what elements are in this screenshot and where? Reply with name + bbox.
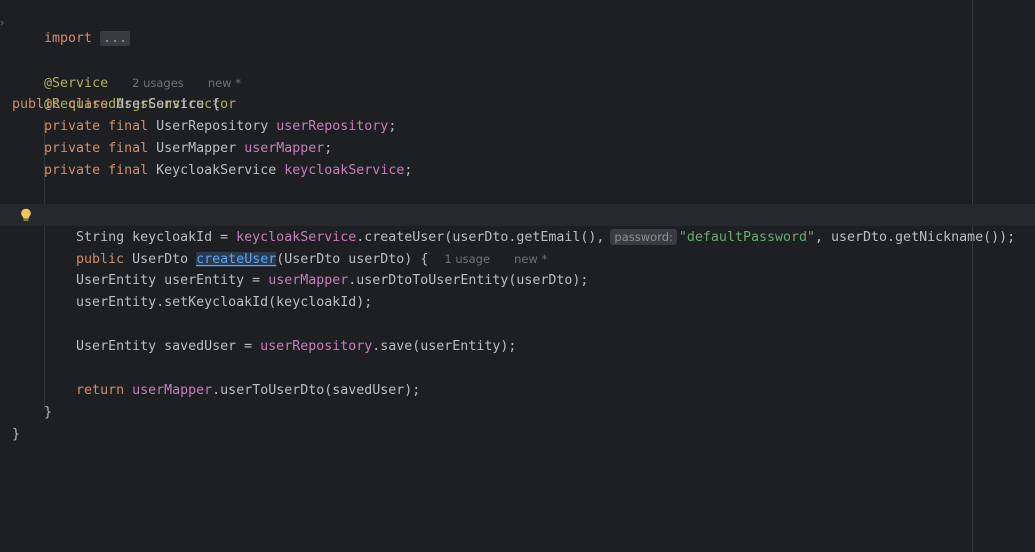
code-text: UserEntity savedUser = xyxy=(76,339,261,354)
code-editor[interactable]: › import ... @Service 2 usages new * @Req… xyxy=(0,0,1035,552)
expand-fold-icon[interactable]: › xyxy=(0,15,4,31)
field-type: UserMapper xyxy=(156,141,237,156)
return-type: UserDto xyxy=(132,252,189,267)
code-line-required-args-annotation[interactable]: @RequiredArgsConstructor xyxy=(12,72,236,112)
code-line-keycloak-create[interactable]: String keycloakId = keycloakService.crea… xyxy=(12,226,1015,248)
code-text: String keycloakId = xyxy=(76,230,237,245)
semicolon: ; xyxy=(324,141,333,156)
return-keyword: return xyxy=(76,383,125,398)
code-text: UserEntity userEntity = xyxy=(76,273,269,288)
field-type: UserRepository xyxy=(156,119,269,134)
folded-imports[interactable]: ... xyxy=(100,31,131,46)
code-line-method-declaration[interactable]: public UserDto createUser(UserDto userDt… xyxy=(0,204,1035,267)
field-name: userRepository xyxy=(276,119,389,134)
code-text: .userDtoToUserEntity(userDto); xyxy=(348,273,589,288)
code-text: userEntity.setKeycloakId(keycloakId); xyxy=(76,295,373,310)
final-keyword: final xyxy=(108,141,149,156)
code-line-service-annotation[interactable]: @Service 2 usages new * xyxy=(12,50,241,91)
field-reference: userMapper xyxy=(132,383,213,398)
code-line-field-user-repository[interactable]: private final UserRepository userReposit… xyxy=(12,116,396,138)
code-line-method-close[interactable]: } xyxy=(12,402,52,424)
code-text: .save(userEntity); xyxy=(372,339,517,354)
field-reference: userMapper xyxy=(268,273,349,288)
private-keyword: private xyxy=(44,141,101,156)
right-margin-guide xyxy=(972,0,973,552)
class-name: UserService xyxy=(116,97,205,112)
public-keyword: public xyxy=(12,97,61,112)
close-brace: } xyxy=(12,427,21,442)
class-keyword: class xyxy=(68,97,109,112)
usages-hint[interactable]: 1 usage xyxy=(444,252,490,266)
code-line-field-keycloak-service[interactable]: private final KeycloakService keycloakSe… xyxy=(12,160,412,182)
method-params: (UserDto userDto) { xyxy=(276,252,429,267)
final-keyword: final xyxy=(108,119,149,134)
code-line-field-user-mapper[interactable]: private final UserMapper userMapper; xyxy=(12,138,332,160)
method-name[interactable]: createUser xyxy=(196,252,277,267)
public-keyword: public xyxy=(76,252,125,267)
final-keyword: final xyxy=(108,163,149,178)
lightbulb-icon[interactable] xyxy=(20,208,32,222)
code-line-user-entity[interactable]: UserEntity userEntity = userMapper.userD… xyxy=(12,270,588,292)
code-text: .userToUserDto(savedUser); xyxy=(212,383,421,398)
private-keyword: private xyxy=(44,119,101,134)
author-status-hint[interactable]: new * xyxy=(514,252,547,266)
code-line-set-keycloak-id[interactable]: userEntity.setKeycloakId(keycloakId); xyxy=(12,292,372,314)
semicolon: ; xyxy=(404,163,413,178)
field-reference: userRepository xyxy=(260,339,373,354)
import-keyword: import xyxy=(44,31,93,46)
field-name: userMapper xyxy=(244,141,325,156)
field-type: KeycloakService xyxy=(156,163,277,178)
code-line-class-declaration[interactable]: public class UserService { xyxy=(12,94,220,116)
string-literal: "defaultPassword" xyxy=(678,230,815,245)
field-reference: keycloakService xyxy=(236,230,357,245)
field-name: keycloakService xyxy=(284,163,405,178)
code-line-class-close[interactable]: } xyxy=(12,424,20,446)
code-text: , userDto.getNickname()); xyxy=(815,230,1016,245)
code-line-import[interactable]: › import ... xyxy=(0,6,131,46)
close-brace: } xyxy=(44,405,53,420)
parameter-name-hint: password: xyxy=(610,229,677,245)
open-brace: { xyxy=(204,97,221,112)
code-line-saved-user[interactable]: UserEntity savedUser = userRepository.sa… xyxy=(12,336,516,358)
code-line-return[interactable]: return userMapper.userToUserDto(savedUse… xyxy=(12,380,420,402)
code-text: .createUser(userDto.getEmail(), xyxy=(356,230,605,245)
private-keyword: private xyxy=(44,163,101,178)
semicolon: ; xyxy=(388,119,397,134)
